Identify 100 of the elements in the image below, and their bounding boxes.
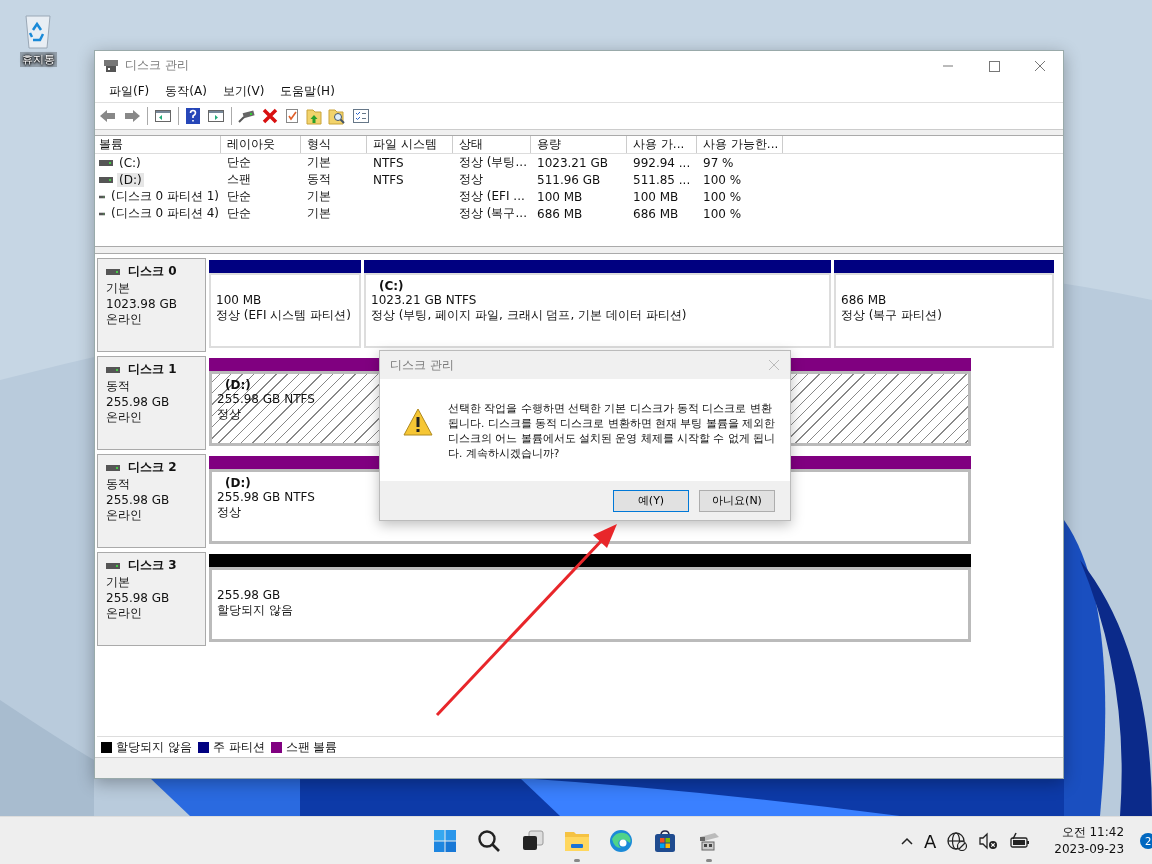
partition-status: 정상: [217, 504, 241, 521]
disk-info-panel[interactable]: 디스크 0 기본 1023.98 GB 온라인: [97, 258, 206, 352]
disk-name: 디스크 1: [128, 361, 177, 378]
table-cell-text: 정상 (부팅...: [458, 154, 528, 171]
column-header[interactable]: 상태: [453, 136, 531, 153]
checklist-icon[interactable]: [352, 108, 370, 124]
table-cell-text: 단순: [226, 154, 252, 171]
drive-icon: [106, 267, 120, 276]
volume-name[interactable]: (디스크 0 파티션 4): [108, 205, 221, 222]
disk-name: 디스크 3: [128, 557, 177, 574]
volume-name[interactable]: (D:): [117, 172, 144, 187]
disk-name: 디스크 0: [128, 263, 177, 280]
table-cell-text: 100 MB: [632, 189, 680, 204]
partition-status: 정상: [217, 406, 241, 423]
notification-badge[interactable]: 2: [1140, 833, 1152, 849]
table-cell-text: 511.96 GB: [536, 172, 602, 187]
drive-icon: [106, 561, 120, 570]
battery-icon[interactable]: [1008, 831, 1031, 851]
chevron-up-icon[interactable]: [900, 836, 914, 846]
table-cell-text: 97 %: [702, 155, 735, 170]
store-icon[interactable]: [653, 829, 677, 853]
disk-info-panel[interactable]: 디스크 1 동적 255.98 GB 온라인: [97, 356, 206, 450]
clock-time[interactable]: 오전 11:42: [1061, 824, 1125, 841]
speaker-muted-icon[interactable]: [978, 831, 999, 851]
table-cell-text: 100 %: [702, 206, 743, 221]
console-tree-icon[interactable]: [154, 108, 172, 124]
folder-search-icon[interactable]: [328, 107, 346, 125]
dialog-button[interactable]: 예(Y): [613, 489, 689, 512]
partition-status: 할당되지 않음: [217, 602, 293, 619]
folder-icon[interactable]: [564, 829, 590, 853]
table-cell-text: 기본: [306, 154, 332, 171]
table-cell-text: 511.85 ...: [632, 172, 692, 187]
partition-size: 686 MB: [841, 293, 887, 307]
disk-size: 255.98 GB: [106, 493, 171, 507]
disk-type: 동적: [106, 378, 131, 395]
delete-icon[interactable]: [262, 108, 278, 124]
table-cell-text: 단순: [226, 188, 252, 205]
menu-item[interactable]: 동작(A): [157, 82, 215, 100]
partition-size: 100 MB: [216, 293, 262, 307]
partition-label: (C:): [378, 279, 404, 293]
clock-date[interactable]: 2023-09-23: [1054, 841, 1125, 858]
disk-status: 온라인: [106, 605, 143, 622]
globe-icon[interactable]: [946, 831, 969, 851]
disk-info-panel[interactable]: 디스크 3 기본 255.98 GB 온라인: [97, 552, 206, 646]
table-cell-text: NTFS: [372, 155, 405, 170]
column-header[interactable]: 용량: [531, 136, 627, 153]
partition-size: 255.98 GB: [217, 588, 281, 602]
table-cell-text: 100 %: [702, 172, 743, 187]
connect-icon[interactable]: [238, 108, 256, 124]
folder-up-icon[interactable]: [306, 107, 322, 125]
table-cell-text: 기본: [306, 205, 332, 222]
partition-size: 255.98 GB NTFS: [217, 490, 315, 504]
table-cell-text: 686 MB: [536, 206, 584, 221]
column-header[interactable]: 파일 시스템: [367, 136, 453, 153]
column-header[interactable]: 볼륨: [95, 136, 221, 153]
menu-item[interactable]: 보기(V): [214, 82, 273, 100]
drive-icon: [106, 365, 120, 374]
table-cell-text: 단순: [226, 205, 252, 222]
drive-icon: [99, 158, 113, 167]
search-icon[interactable]: [477, 829, 501, 853]
legend-label: 할당되지 않음: [116, 738, 192, 756]
browser-icon[interactable]: [609, 829, 633, 853]
task-view-icon[interactable]: [521, 829, 545, 853]
partition-label: (D:): [224, 378, 251, 392]
table-cell-text: 정상: [458, 171, 484, 188]
column-header[interactable]: 형식: [301, 136, 367, 153]
forward-icon[interactable]: [123, 108, 141, 124]
disk-size: 255.98 GB: [106, 591, 171, 605]
action-pane-icon[interactable]: [207, 108, 225, 124]
dialog-button[interactable]: 아니요(N): [699, 489, 775, 512]
warning-icon: [402, 407, 434, 437]
table-cell-text: 기본: [306, 188, 332, 205]
back-icon[interactable]: [99, 108, 117, 124]
partition-label: (D:): [224, 476, 251, 490]
column-header[interactable]: 사용 가능한...: [697, 136, 783, 153]
input-method-indicator[interactable]: A: [924, 830, 937, 852]
disk-status: 온라인: [106, 311, 143, 328]
dialog-title: 디스크 관리: [390, 356, 454, 374]
column-header[interactable]: 레이아웃: [221, 136, 301, 153]
table-cell-text: 686 MB: [632, 206, 680, 221]
volume-name[interactable]: (디스크 0 파티션 1): [108, 188, 221, 205]
legend-label: 주 파티션: [212, 738, 265, 756]
table-cell-text: 100 %: [702, 189, 743, 204]
disk-type: 기본: [106, 280, 131, 297]
menu-item[interactable]: 도움말(H): [272, 82, 343, 100]
legend-label: 스팬 볼륨: [285, 738, 338, 756]
disk-status: 온라인: [106, 507, 143, 524]
disk-info-panel[interactable]: 디스크 2 동적 255.98 GB 온라인: [97, 454, 206, 548]
disk-type: 기본: [106, 574, 131, 591]
disk-size: 255.98 GB: [106, 395, 171, 409]
menu-item[interactable]: 파일(F): [101, 82, 158, 100]
table-cell-text: 정상 (EFI ...: [458, 188, 526, 205]
volume-name[interactable]: (C:): [117, 155, 143, 170]
disk-name: 디스크 2: [128, 459, 177, 476]
start-icon[interactable]: [433, 829, 457, 853]
disk-type: 동적: [106, 476, 131, 493]
properties-icon[interactable]: [284, 108, 300, 124]
help-icon[interactable]: [185, 107, 201, 125]
window-title: 디스크 관리: [125, 57, 189, 74]
column-header[interactable]: 사용 가...: [627, 136, 697, 153]
